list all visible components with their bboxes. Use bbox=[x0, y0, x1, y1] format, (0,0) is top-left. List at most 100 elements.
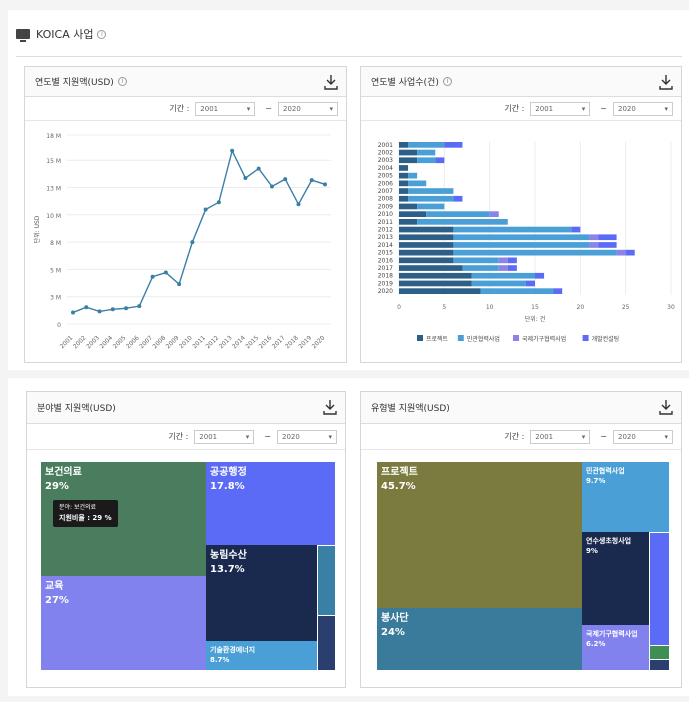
bar-segment bbox=[426, 211, 490, 217]
period-from-select[interactable]: 2001 ▾ bbox=[194, 429, 255, 444]
y-tick-label: 2011 bbox=[378, 219, 393, 226]
treemap-label: 연수생초청사업 9% bbox=[586, 536, 631, 556]
data-point bbox=[296, 202, 301, 207]
treemap-name: 연수생초청사업 bbox=[586, 537, 632, 545]
bar-segment bbox=[453, 226, 572, 233]
treemap-cell[interactable]: 기술환경에너지 8.7% bbox=[206, 641, 317, 670]
data-point bbox=[230, 148, 235, 153]
bar-segment bbox=[435, 157, 445, 164]
data-point bbox=[323, 182, 327, 187]
treemap-percent: 9% bbox=[586, 547, 598, 555]
treemap-name: 보건의료 bbox=[45, 467, 82, 478]
treemap-cell[interactable]: 국제기구협력사업 6.2% bbox=[582, 625, 649, 670]
info-icon[interactable]: i bbox=[117, 77, 127, 86]
treemap-percent: 13.7% bbox=[210, 564, 245, 575]
bar-segment bbox=[399, 288, 481, 294]
series-line bbox=[72, 148, 326, 314]
info-icon[interactable]: i bbox=[442, 77, 452, 86]
y-tick-label: 2016 bbox=[378, 257, 393, 264]
bar-segment bbox=[399, 280, 472, 287]
y-axis-label: 단위: USD bbox=[33, 215, 41, 243]
download-icon[interactable] bbox=[324, 74, 338, 90]
bar-segment bbox=[498, 257, 508, 264]
bar-segment bbox=[453, 195, 463, 202]
treemap-cell[interactable]: 프로젝트 45.7% bbox=[377, 462, 582, 608]
bar-segment bbox=[399, 149, 418, 156]
treemap-cell-small[interactable] bbox=[649, 532, 669, 645]
download-icon[interactable] bbox=[323, 399, 337, 415]
bar-segment bbox=[589, 242, 599, 248]
period-from-select[interactable]: 2001 ▾ bbox=[195, 101, 256, 116]
period-filter: 기간 : 2001 ▾ ~ 2020 ▾ bbox=[25, 97, 346, 121]
treemap-percent: 29% bbox=[45, 481, 69, 492]
monitor-icon bbox=[16, 29, 30, 42]
bar-segment bbox=[417, 219, 508, 225]
treemap-label: 국제기구협력사업 6.2% bbox=[586, 629, 638, 649]
x-tick-label: 2020 bbox=[311, 334, 327, 350]
x-tick-label: 0 bbox=[397, 304, 401, 311]
treemap-cell-small[interactable] bbox=[649, 659, 669, 670]
treemap-cell[interactable]: 공공행정 17.8% bbox=[206, 462, 335, 545]
treemap-cell[interactable]: 교육 27% bbox=[41, 576, 206, 670]
bar-segment bbox=[489, 211, 499, 217]
download-icon[interactable] bbox=[659, 399, 673, 415]
y-tick-label: 2012 bbox=[378, 226, 393, 233]
data-point bbox=[256, 166, 261, 171]
y-tick-label: 2014 bbox=[378, 242, 393, 249]
x-tick-label: 2019 bbox=[297, 334, 313, 350]
y-tick-label: 2017 bbox=[378, 265, 393, 272]
x-tick-label: 15 bbox=[531, 304, 539, 311]
data-point bbox=[137, 304, 142, 309]
bar-segment bbox=[408, 195, 454, 202]
download-icon[interactable] bbox=[659, 74, 673, 90]
y-tick-label: 3 M bbox=[50, 295, 61, 302]
period-to-select[interactable]: 2020 ▾ bbox=[277, 429, 337, 444]
period-to-select[interactable]: 2020 ▾ bbox=[613, 429, 673, 444]
period-from-select[interactable]: 2001 ▾ bbox=[530, 101, 591, 116]
data-point bbox=[283, 177, 288, 182]
bar-segment bbox=[408, 172, 418, 179]
bar-segment bbox=[399, 180, 409, 187]
treemap-label: 공공행정 17.8% bbox=[210, 466, 247, 494]
treemap-label: 농림수산 13.7% bbox=[210, 549, 247, 577]
section-header: KOICA 사업 i bbox=[16, 26, 107, 42]
period-from-select[interactable]: 2001 ▾ bbox=[530, 429, 591, 444]
treemap-name: 봉사단 bbox=[381, 613, 409, 624]
info-icon[interactable]: i bbox=[97, 29, 107, 39]
treemap-cell[interactable]: 연수생초청사업 9% bbox=[582, 532, 649, 625]
treemap-percent: 24% bbox=[381, 627, 405, 638]
bar-segment bbox=[453, 249, 617, 256]
bar-segment bbox=[480, 288, 554, 294]
x-tick-label: 2003 bbox=[85, 334, 101, 350]
period-separator: − bbox=[264, 432, 271, 441]
period-filter: 기간 : 2001 ▾ − 2020 ▾ bbox=[27, 424, 345, 450]
treemap-cell[interactable]: 농림수산 13.7% bbox=[206, 545, 317, 641]
treemap-cell-small[interactable] bbox=[317, 615, 335, 670]
period-separator: − bbox=[600, 432, 607, 441]
treemap-cell-small[interactable] bbox=[649, 645, 669, 659]
treemap-name: 프로젝트 bbox=[381, 467, 418, 478]
treemap-cell[interactable]: 민관협력사업 9.7% bbox=[582, 462, 669, 532]
period-to-select[interactable]: 2020 ▾ bbox=[278, 101, 338, 116]
bar-segment bbox=[417, 203, 445, 210]
period-to-select[interactable]: 2020 ▾ bbox=[613, 101, 673, 116]
x-tick-label: 2004 bbox=[98, 334, 114, 350]
treemap-cell-small[interactable] bbox=[317, 545, 335, 615]
panel-title: 연도별 지원액(USD) bbox=[35, 78, 114, 88]
x-tick-label: 10 bbox=[486, 304, 494, 311]
y-tick-label: 2007 bbox=[378, 188, 393, 195]
treemap-cell[interactable]: 봉사단 24% bbox=[377, 608, 582, 670]
x-tick-label: 5 bbox=[442, 304, 446, 311]
bar-segment bbox=[399, 211, 427, 217]
data-point bbox=[163, 270, 168, 275]
data-point bbox=[203, 207, 208, 212]
bar-segment bbox=[399, 195, 409, 202]
treemap-name: 기술환경에너지 bbox=[210, 646, 256, 654]
y-tick-label: 2005 bbox=[378, 173, 393, 180]
period-separator: ~ bbox=[600, 104, 607, 113]
x-axis-label: 단위: 건 bbox=[525, 315, 546, 323]
y-tick-label: 18 M bbox=[46, 133, 61, 140]
bar-segment bbox=[598, 234, 617, 241]
legend-label: 민관협력사업 bbox=[467, 335, 500, 343]
bar-segment bbox=[399, 265, 463, 271]
